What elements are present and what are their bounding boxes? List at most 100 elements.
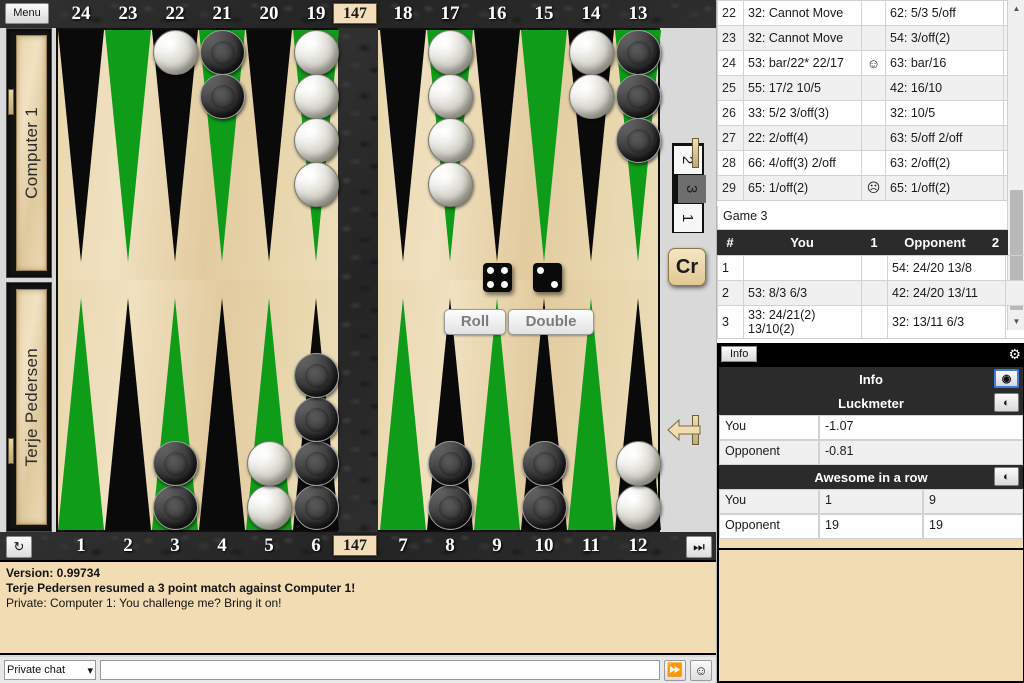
history-row[interactable]: 2633: 5/2 3/off(3)32: 10/5: [718, 101, 1024, 126]
checker-white-point-5[interactable]: [247, 441, 292, 486]
scroll-up-icon[interactable]: ▲: [1008, 0, 1024, 17]
doubling-cube[interactable]: Cr: [668, 248, 706, 286]
point-triangle-16[interactable]: [474, 30, 520, 262]
send-icon[interactable]: ⏩: [664, 660, 686, 681]
point-triangle-18[interactable]: [380, 30, 426, 262]
checker-black-point-21[interactable]: [200, 74, 245, 119]
point-triangle-1[interactable]: [58, 298, 104, 530]
luckmeter-section-title: Luckmeter ◐: [719, 391, 1023, 415]
col-header-you-score: 1: [861, 235, 887, 250]
history-row[interactable]: 2722: 2/off(4)63: 5/off 2/off: [718, 126, 1024, 151]
checker-black-point-3[interactable]: [153, 441, 198, 486]
checker-black-point-13[interactable]: [616, 118, 661, 163]
history-you-move: 65: 1/off(2): [744, 176, 862, 201]
board-field[interactable]: Roll Double: [56, 28, 660, 532]
point-triangle-23[interactable]: [105, 30, 151, 262]
game-you-move: 53: 8/3 6/3: [744, 281, 862, 306]
checker-black-point-10[interactable]: [522, 441, 567, 486]
game-opponent-score: [1006, 256, 1024, 281]
checker-black-point-8[interactable]: [428, 441, 473, 486]
move-history-region[interactable]: 2232: Cannot Move62: 5/3 5/off2332: Cann…: [717, 0, 1024, 206]
checker-white-point-19[interactable]: [294, 118, 339, 163]
history-row[interactable]: 2866: 4/off(3) 2/off63: 2/off(2): [718, 151, 1024, 176]
die-value-4[interactable]: [483, 263, 512, 292]
awesome-you-value-2: 9: [923, 489, 1023, 514]
luckmeter-title-label: Luckmeter: [838, 396, 904, 411]
backgammon-board-area: 242322212019181716151413 Menu 147 123456…: [0, 0, 716, 683]
game-move-row[interactable]: 154: 24/20 13/8: [718, 256, 1024, 281]
checker-white-point-12[interactable]: [616, 485, 661, 530]
chat-log-line: Private: Computer 1: You challenge me? B…: [6, 596, 710, 611]
point-triangle-20[interactable]: [246, 30, 292, 262]
eye-toggle-icon[interactable]: ◉: [994, 369, 1019, 388]
checker-white-point-14[interactable]: [569, 30, 614, 75]
die-pip: [551, 281, 558, 288]
awesome-title-label: Awesome in a row: [814, 470, 927, 485]
checker-white-point-12[interactable]: [616, 441, 661, 486]
checker-white-point-22[interactable]: [153, 30, 198, 75]
plaque-clip-icon: [8, 89, 14, 115]
match-score-stack[interactable]: 231: [672, 143, 704, 233]
history-row[interactable]: 2232: Cannot Move62: 5/3 5/off: [718, 1, 1024, 26]
smiley-icon[interactable]: ☺: [690, 660, 712, 681]
checker-white-point-19[interactable]: [294, 74, 339, 119]
history-row[interactable]: 2332: Cannot Move54: 3/off(2): [718, 26, 1024, 51]
die-pip: [501, 267, 508, 274]
info-tab[interactable]: Info: [721, 346, 757, 362]
checker-white-point-19[interactable]: [294, 30, 339, 75]
history-move-number: 25: [718, 76, 744, 101]
die-value-2[interactable]: [533, 263, 562, 292]
checker-black-point-13[interactable]: [616, 74, 661, 119]
refresh-icon[interactable]: ↻: [6, 536, 32, 558]
point-triangle-15[interactable]: [521, 30, 567, 262]
checker-black-point-3[interactable]: [153, 485, 198, 530]
skip-forward-icon[interactable]: ⏭: [686, 536, 712, 558]
chat-scope-select[interactable]: Private chat ▾: [4, 660, 96, 680]
history-row[interactable]: 2555: 17/2 10/542: 16/10: [718, 76, 1024, 101]
checker-black-point-6[interactable]: [294, 485, 339, 530]
checker-white-point-17[interactable]: [428, 74, 473, 119]
move-history-table: 2232: Cannot Move62: 5/3 5/off2332: Cann…: [717, 0, 1024, 201]
board-bar[interactable]: [338, 28, 378, 532]
checker-black-point-6[interactable]: [294, 441, 339, 486]
point-triangle-7[interactable]: [380, 298, 426, 530]
roll-button[interactable]: Roll: [444, 309, 506, 335]
plaque-clip-icon: [8, 438, 14, 464]
chat-input[interactable]: [100, 660, 660, 680]
gear-icon[interactable]: ⚙: [1008, 346, 1021, 363]
point-triangle-4[interactable]: [199, 298, 245, 530]
game-move-row[interactable]: 253: 8/3 6/342: 24/20 13/11: [718, 281, 1024, 306]
luck-you-row: You -1.07: [719, 415, 1023, 440]
match-score-cell-1[interactable]: 1: [674, 204, 702, 232]
checker-white-point-14[interactable]: [569, 74, 614, 119]
awesome-toggle-icon[interactable]: ◐: [994, 467, 1019, 486]
awesome-you-row: You 1 9: [719, 489, 1023, 514]
history-row[interactable]: 2965: 1/off(2)☹65: 1/off(2): [718, 176, 1024, 201]
checker-black-point-21[interactable]: [200, 30, 245, 75]
menu-button[interactable]: Menu: [5, 3, 49, 24]
point-triangle-2[interactable]: [105, 298, 151, 530]
checker-black-point-6[interactable]: [294, 353, 339, 398]
history-row[interactable]: 2453: bar/22* 22/17☺63: bar/16: [718, 51, 1024, 76]
checker-black-point-6[interactable]: [294, 397, 339, 442]
checker-white-point-17[interactable]: [428, 162, 473, 207]
luck-opponent-label: Opponent: [719, 440, 819, 465]
checker-black-point-10[interactable]: [522, 485, 567, 530]
point-triangle-24[interactable]: [58, 30, 104, 262]
awesome-section-title: Awesome in a row ◐: [719, 465, 1023, 489]
checker-white-point-17[interactable]: [428, 118, 473, 163]
checker-white-point-5[interactable]: [247, 485, 292, 530]
game-opponent-move: 32: 13/11 6/3: [888, 306, 1006, 339]
luckmeter-toggle-icon[interactable]: ◐: [994, 393, 1019, 412]
left-arrow-icon: [666, 416, 702, 444]
history-opponent-move: 62: 5/3 5/off: [886, 1, 1004, 26]
checker-black-point-8[interactable]: [428, 485, 473, 530]
game-move-row[interactable]: 333: 24/21(2) 13/10(2)32: 13/11 6/3: [718, 306, 1024, 339]
checker-black-point-13[interactable]: [616, 30, 661, 75]
history-opponent-move: 65: 1/off(2): [886, 176, 1004, 201]
double-button[interactable]: Double: [508, 309, 594, 335]
history-move-number: 24: [718, 51, 744, 76]
match-score-cell-3[interactable]: 3: [678, 175, 706, 203]
checker-white-point-17[interactable]: [428, 30, 473, 75]
checker-white-point-19[interactable]: [294, 162, 339, 207]
